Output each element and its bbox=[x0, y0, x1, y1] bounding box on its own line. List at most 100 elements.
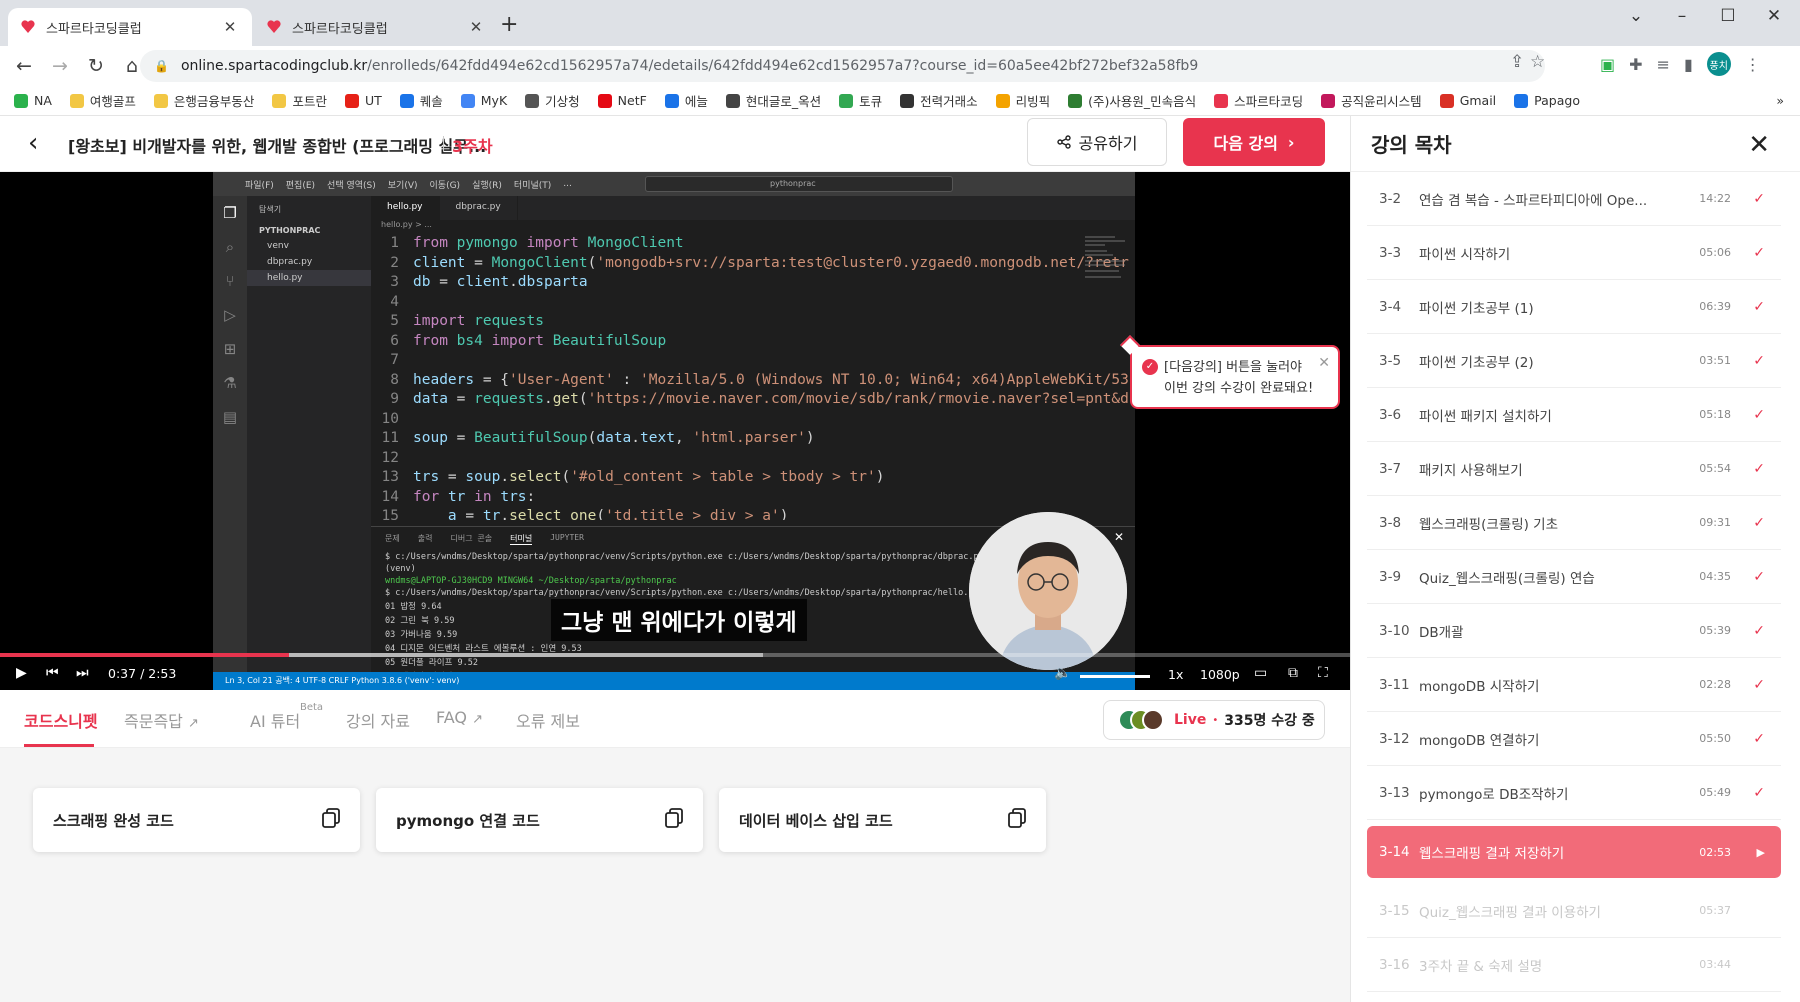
reading-list-icon[interactable]: ≡ bbox=[1657, 55, 1670, 74]
speed-button[interactable]: 1x bbox=[1168, 667, 1183, 682]
lecture-item[interactable]: 3-5 파이썬 기초공부 (2) 03:51 ✓ bbox=[1367, 334, 1781, 388]
new-tab-button[interactable]: + bbox=[500, 12, 518, 37]
share-button[interactable]: 공유하기 bbox=[1027, 118, 1167, 166]
captions-icon[interactable]: ▭ bbox=[1254, 665, 1267, 681]
time-divider: / bbox=[140, 666, 145, 681]
lecture-item[interactable]: 3-11 mongoDB 시작하기 02:28 ✓ bbox=[1367, 658, 1781, 712]
tab-qna[interactable]: 즉문즉답 ↗ bbox=[124, 708, 199, 732]
bookmark-item[interactable]: 기상청 bbox=[525, 91, 580, 110]
lecture-duration: 03:44 bbox=[1699, 958, 1731, 971]
more-menu-icon[interactable]: ⋮ bbox=[1745, 55, 1761, 74]
lecture-item[interactable]: 3-8 웹스크래핑(크롤링) 기초 09:31 ✓ bbox=[1367, 496, 1781, 550]
bookmark-item[interactable]: 공직윤리시스템 bbox=[1321, 91, 1422, 110]
lecture-duration: 02:53 bbox=[1699, 845, 1731, 859]
bookmark-item[interactable]: Gmail bbox=[1439, 93, 1496, 108]
bookmark-item[interactable]: NA bbox=[14, 93, 52, 108]
sidebar-title: 강의 목차 bbox=[1351, 116, 1800, 172]
copy-icon[interactable] bbox=[1008, 808, 1026, 828]
bookmark-item[interactable]: 퀘솔 bbox=[399, 91, 443, 110]
close-tab-icon[interactable]: ✕ bbox=[466, 18, 486, 36]
check-icon: ✓ bbox=[1753, 190, 1765, 207]
pip-icon[interactable]: ⧉ bbox=[1288, 665, 1298, 681]
play-icon[interactable]: ▶ bbox=[16, 665, 27, 681]
skip-back-icon[interactable]: ⏮ bbox=[46, 665, 59, 681]
snippet-card[interactable]: 데이터 베이스 삽입 코드 bbox=[719, 788, 1046, 852]
next-lecture-button[interactable]: 다음 강의 › bbox=[1183, 118, 1325, 166]
lecture-item[interactable]: 3-7 패키지 사용해보기 05:54 ✓ bbox=[1367, 442, 1781, 496]
video-progress-bar[interactable] bbox=[0, 653, 1350, 657]
bookmark-item[interactable]: Papago bbox=[1514, 93, 1580, 108]
tab-faq[interactable]: FAQ ↗ bbox=[436, 708, 483, 727]
puzzle-icon[interactable]: ✚ bbox=[1629, 55, 1642, 74]
tab-search-icon[interactable]: ⌄ bbox=[1616, 6, 1656, 26]
lecture-item[interactable]: 3-10 DB개괄 05:39 ✓ bbox=[1367, 604, 1781, 658]
bookmark-item[interactable]: 토큐 bbox=[839, 91, 882, 110]
tab-ai-tutor[interactable]: AI 튜터 bbox=[250, 708, 300, 732]
copy-icon[interactable] bbox=[322, 808, 340, 828]
bookmark-item[interactable]: 리빙픽 bbox=[995, 91, 1050, 110]
webcam-close-icon[interactable]: ✕ bbox=[1114, 530, 1124, 544]
skip-forward-icon[interactable]: ⏭ bbox=[76, 665, 89, 681]
code-text: for tr in trs: bbox=[413, 488, 536, 505]
quality-button[interactable]: 1080p bbox=[1200, 667, 1240, 682]
bookmarks-overflow-icon[interactable]: » bbox=[1776, 93, 1784, 108]
bookmark-star-icon[interactable]: ☆ bbox=[1530, 52, 1545, 72]
share-page-icon[interactable]: ⇪ bbox=[1510, 52, 1524, 72]
snippet-card[interactable]: pymongo 연결 코드 bbox=[376, 788, 703, 852]
side-panel-icon[interactable]: ▮ bbox=[1684, 55, 1693, 74]
duration-time: 2:53 bbox=[148, 666, 177, 681]
bookmark-item[interactable]: 여행골프 bbox=[69, 91, 136, 110]
bookmark-item[interactable]: NetF bbox=[597, 93, 647, 108]
lecture-item[interactable]: 3-4 파이썬 기초공부 (1) 06:39 ✓ bbox=[1367, 280, 1781, 334]
week-label: 3주차 bbox=[452, 137, 493, 156]
bookmark-item[interactable]: MyK bbox=[460, 93, 507, 108]
fullscreen-icon[interactable]: ⛶ bbox=[1318, 665, 1328, 681]
profile-avatar[interactable]: 풍치 bbox=[1706, 52, 1731, 76]
lecture-item[interactable]: [왕초보] 비개발자를 위한, 웹개발 종합 bbox=[1367, 992, 1781, 1002]
tooltip-close-icon[interactable]: ✕ bbox=[1318, 353, 1330, 374]
lecture-number: 3-12 bbox=[1379, 730, 1410, 747]
bookmark-item[interactable]: UT bbox=[344, 93, 382, 108]
volume-icon[interactable]: 🔈 bbox=[1054, 665, 1071, 681]
copy-icon[interactable] bbox=[665, 808, 683, 828]
bookmark-item[interactable]: 현대글로_옥션 bbox=[725, 91, 821, 110]
tab-materials[interactable]: 강의 자료 bbox=[346, 708, 410, 732]
forward-arrow-icon[interactable]: → bbox=[42, 55, 78, 77]
lecture-item[interactable]: 3-2 연습 겸 복습 - 스파르타피디아에 Ope... 14:22 ✓ bbox=[1367, 172, 1781, 226]
browser-tab-1[interactable]: 스파르타코딩클럽 ✕ bbox=[8, 8, 252, 46]
volume-slider[interactable] bbox=[1080, 675, 1150, 678]
lecture-item[interactable]: 3-13 pymongo로 DB조작하기 05:49 ✓ bbox=[1367, 766, 1781, 820]
lecture-item[interactable]: 3-16 3주차 끝 & 숙제 설명 03:44 bbox=[1367, 938, 1781, 992]
video-player[interactable]: 파일(F) 편집(E) 선택 영역(S) 보기(V) 이동(G) 실행(R) 터… bbox=[0, 172, 1350, 690]
bookmark-label: 은행금융부동산 bbox=[173, 94, 255, 109]
extension-icon[interactable]: ▣ bbox=[1600, 55, 1615, 74]
browser-tab-2[interactable]: 스파르타코딩클럽 ✕ bbox=[254, 8, 498, 46]
back-chevron-icon[interactable]: ‹ bbox=[28, 128, 38, 158]
lecture-item[interactable]: 3-9 Quiz_웹스크래핑(크롤링) 연습 04:35 ✓ bbox=[1367, 550, 1781, 604]
back-arrow-icon[interactable]: ← bbox=[6, 55, 42, 77]
lecture-item[interactable]: 3-3 파이썬 시작하기 05:06 ✓ bbox=[1367, 226, 1781, 280]
code-line: 5 import requests bbox=[371, 312, 1135, 332]
url-bar[interactable]: 🔒 online.spartacodingclub.kr/enrolleds/6… bbox=[140, 50, 1545, 82]
bookmark-item[interactable]: (주)사용원_민속음식 bbox=[1068, 91, 1196, 110]
lecture-item[interactable]: 3-14 웹스크래핑 결과 저장하기 02:53 ▶ bbox=[1367, 826, 1781, 878]
bookmark-item[interactable]: 전력거래소 bbox=[900, 91, 978, 110]
bookmark-item[interactable]: 포트란 bbox=[272, 91, 327, 110]
minimize-button[interactable]: – bbox=[1662, 6, 1702, 26]
address-toolbar: ← → ↻ ⌂ 🔒 online.spartacodingclub.kr/enr… bbox=[0, 46, 1800, 86]
snippet-card[interactable]: 스크래핑 완성 코드 bbox=[33, 788, 360, 852]
maximize-button[interactable]: ☐ bbox=[1708, 6, 1748, 26]
tab-code-snippet[interactable]: 코드스니펫 bbox=[24, 708, 98, 732]
close-icon[interactable]: ✕ bbox=[1748, 130, 1770, 160]
bookmark-item[interactable]: 은행금융부동산 bbox=[153, 91, 255, 110]
bookmark-item[interactable]: 스파르타코딩 bbox=[1214, 91, 1303, 110]
close-window-button[interactable]: ✕ bbox=[1754, 6, 1794, 26]
tab-report-error[interactable]: 오류 제보 bbox=[516, 708, 580, 732]
close-tab-icon[interactable]: ✕ bbox=[220, 18, 240, 36]
reload-icon[interactable]: ↻ bbox=[78, 55, 114, 77]
lecture-item[interactable]: 3-12 mongoDB 연결하기 05:50 ✓ bbox=[1367, 712, 1781, 766]
bookmark-item[interactable]: 에늘 bbox=[664, 91, 708, 110]
bookmark-favicon-icon bbox=[664, 93, 679, 108]
lecture-item[interactable]: 3-6 파이썬 패키지 설치하기 05:18 ✓ bbox=[1367, 388, 1781, 442]
lecture-item[interactable]: 3-15 Quiz_웹스크래핑 결과 이용하기 05:37 bbox=[1367, 884, 1781, 938]
